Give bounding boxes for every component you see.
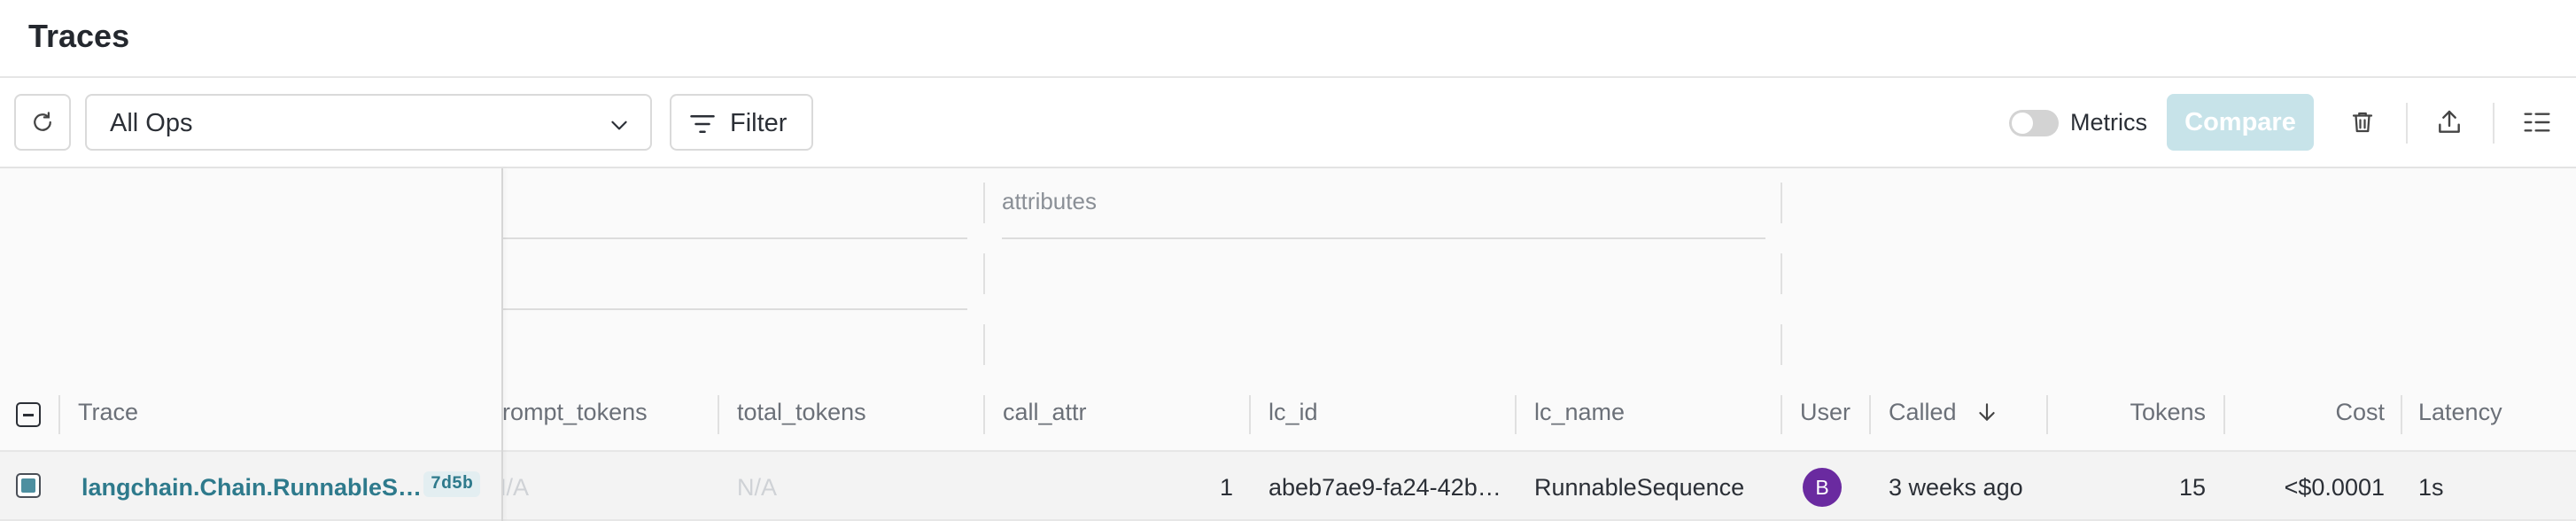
col-header-lc-name[interactable]: lc_name xyxy=(1534,399,1625,426)
scrolled-header: prompt_tokens total_tokens call_attr lc_… xyxy=(503,168,2576,452)
trash-icon xyxy=(2352,112,2373,133)
refresh-button[interactable] xyxy=(14,94,71,151)
col-header-called[interactable]: Called xyxy=(1889,399,1998,426)
filter-label: Filter xyxy=(730,109,788,137)
traces-grid: attributes prompt_tokens total_tokens ca… xyxy=(0,168,2576,521)
toggle-knob xyxy=(2012,113,2033,134)
table-row[interactable]: langchain.Chain.RunnableS… 7d5b N/A N/A … xyxy=(0,452,2576,521)
cell-latency: 1s xyxy=(2418,474,2444,501)
col-header-user[interactable]: User xyxy=(1800,399,1851,426)
cell-cost: <$0.0001 xyxy=(2284,474,2385,501)
refresh-icon xyxy=(34,112,51,131)
delete-button[interactable] xyxy=(2341,101,2384,144)
col-header-called-label: Called xyxy=(1889,399,1957,425)
chevron-down-icon xyxy=(611,121,627,130)
trace-id-badge: 7d5b xyxy=(423,471,481,497)
cell-prompt-tokens: N/A xyxy=(503,474,530,501)
page-title: Traces xyxy=(28,18,130,54)
cell-tokens: 15 xyxy=(2178,474,2206,501)
filter-icon xyxy=(690,115,715,133)
pinned-column-divider xyxy=(501,168,503,521)
export-button[interactable] xyxy=(2428,101,2471,144)
export-icon xyxy=(2439,110,2460,133)
compare-button[interactable]: Compare xyxy=(2167,94,2314,151)
filter-button[interactable]: Filter xyxy=(670,94,813,151)
checkbox-checked-mark xyxy=(21,478,35,493)
col-header-lc-id[interactable]: lc_id xyxy=(1269,399,1318,426)
col-header-trace[interactable]: Trace xyxy=(78,399,138,426)
columns-button[interactable] xyxy=(2516,101,2558,144)
col-header-cost[interactable]: Cost xyxy=(2296,399,2385,426)
arrow-down-icon xyxy=(1979,403,1995,421)
ops-select[interactable]: All Ops xyxy=(85,94,652,151)
avatar[interactable]: B xyxy=(1803,468,1842,507)
cell-called: 3 weeks ago xyxy=(1889,474,2023,501)
title-bar: Traces xyxy=(0,0,2576,78)
toolbar: All Ops Filter Metrics Compare xyxy=(0,78,2576,168)
row-checkbox[interactable] xyxy=(16,473,41,498)
col-header-prompt-tokens[interactable]: prompt_tokens xyxy=(503,399,648,426)
columns-icon xyxy=(2524,113,2550,132)
toolbar-divider xyxy=(2493,103,2495,144)
metrics-label: Metrics xyxy=(2070,109,2147,136)
metrics-toggle[interactable] xyxy=(2009,110,2059,136)
trace-link[interactable]: langchain.Chain.RunnableS… xyxy=(81,474,422,502)
col-header-tokens[interactable]: Tokens xyxy=(2117,399,2206,426)
cell-total-tokens: N/A xyxy=(737,474,778,501)
col-header-call-attr[interactable]: call_attr xyxy=(1003,399,1087,426)
checkbox-indeterminate-mark xyxy=(23,414,34,416)
cell-lc-name: RunnableSequence xyxy=(1534,474,1745,501)
cell-lc-id: abeb7ae9-fa24-42b… xyxy=(1269,474,1501,501)
toolbar-divider xyxy=(2406,103,2408,144)
col-header-total-tokens[interactable]: total_tokens xyxy=(737,399,866,426)
cell-call-attr: 1 xyxy=(1219,474,1233,501)
select-all-checkbox[interactable] xyxy=(16,402,41,427)
ops-select-value: All Ops xyxy=(110,109,193,137)
column-divider xyxy=(58,395,60,434)
col-header-latency[interactable]: Latency xyxy=(2418,399,2502,426)
